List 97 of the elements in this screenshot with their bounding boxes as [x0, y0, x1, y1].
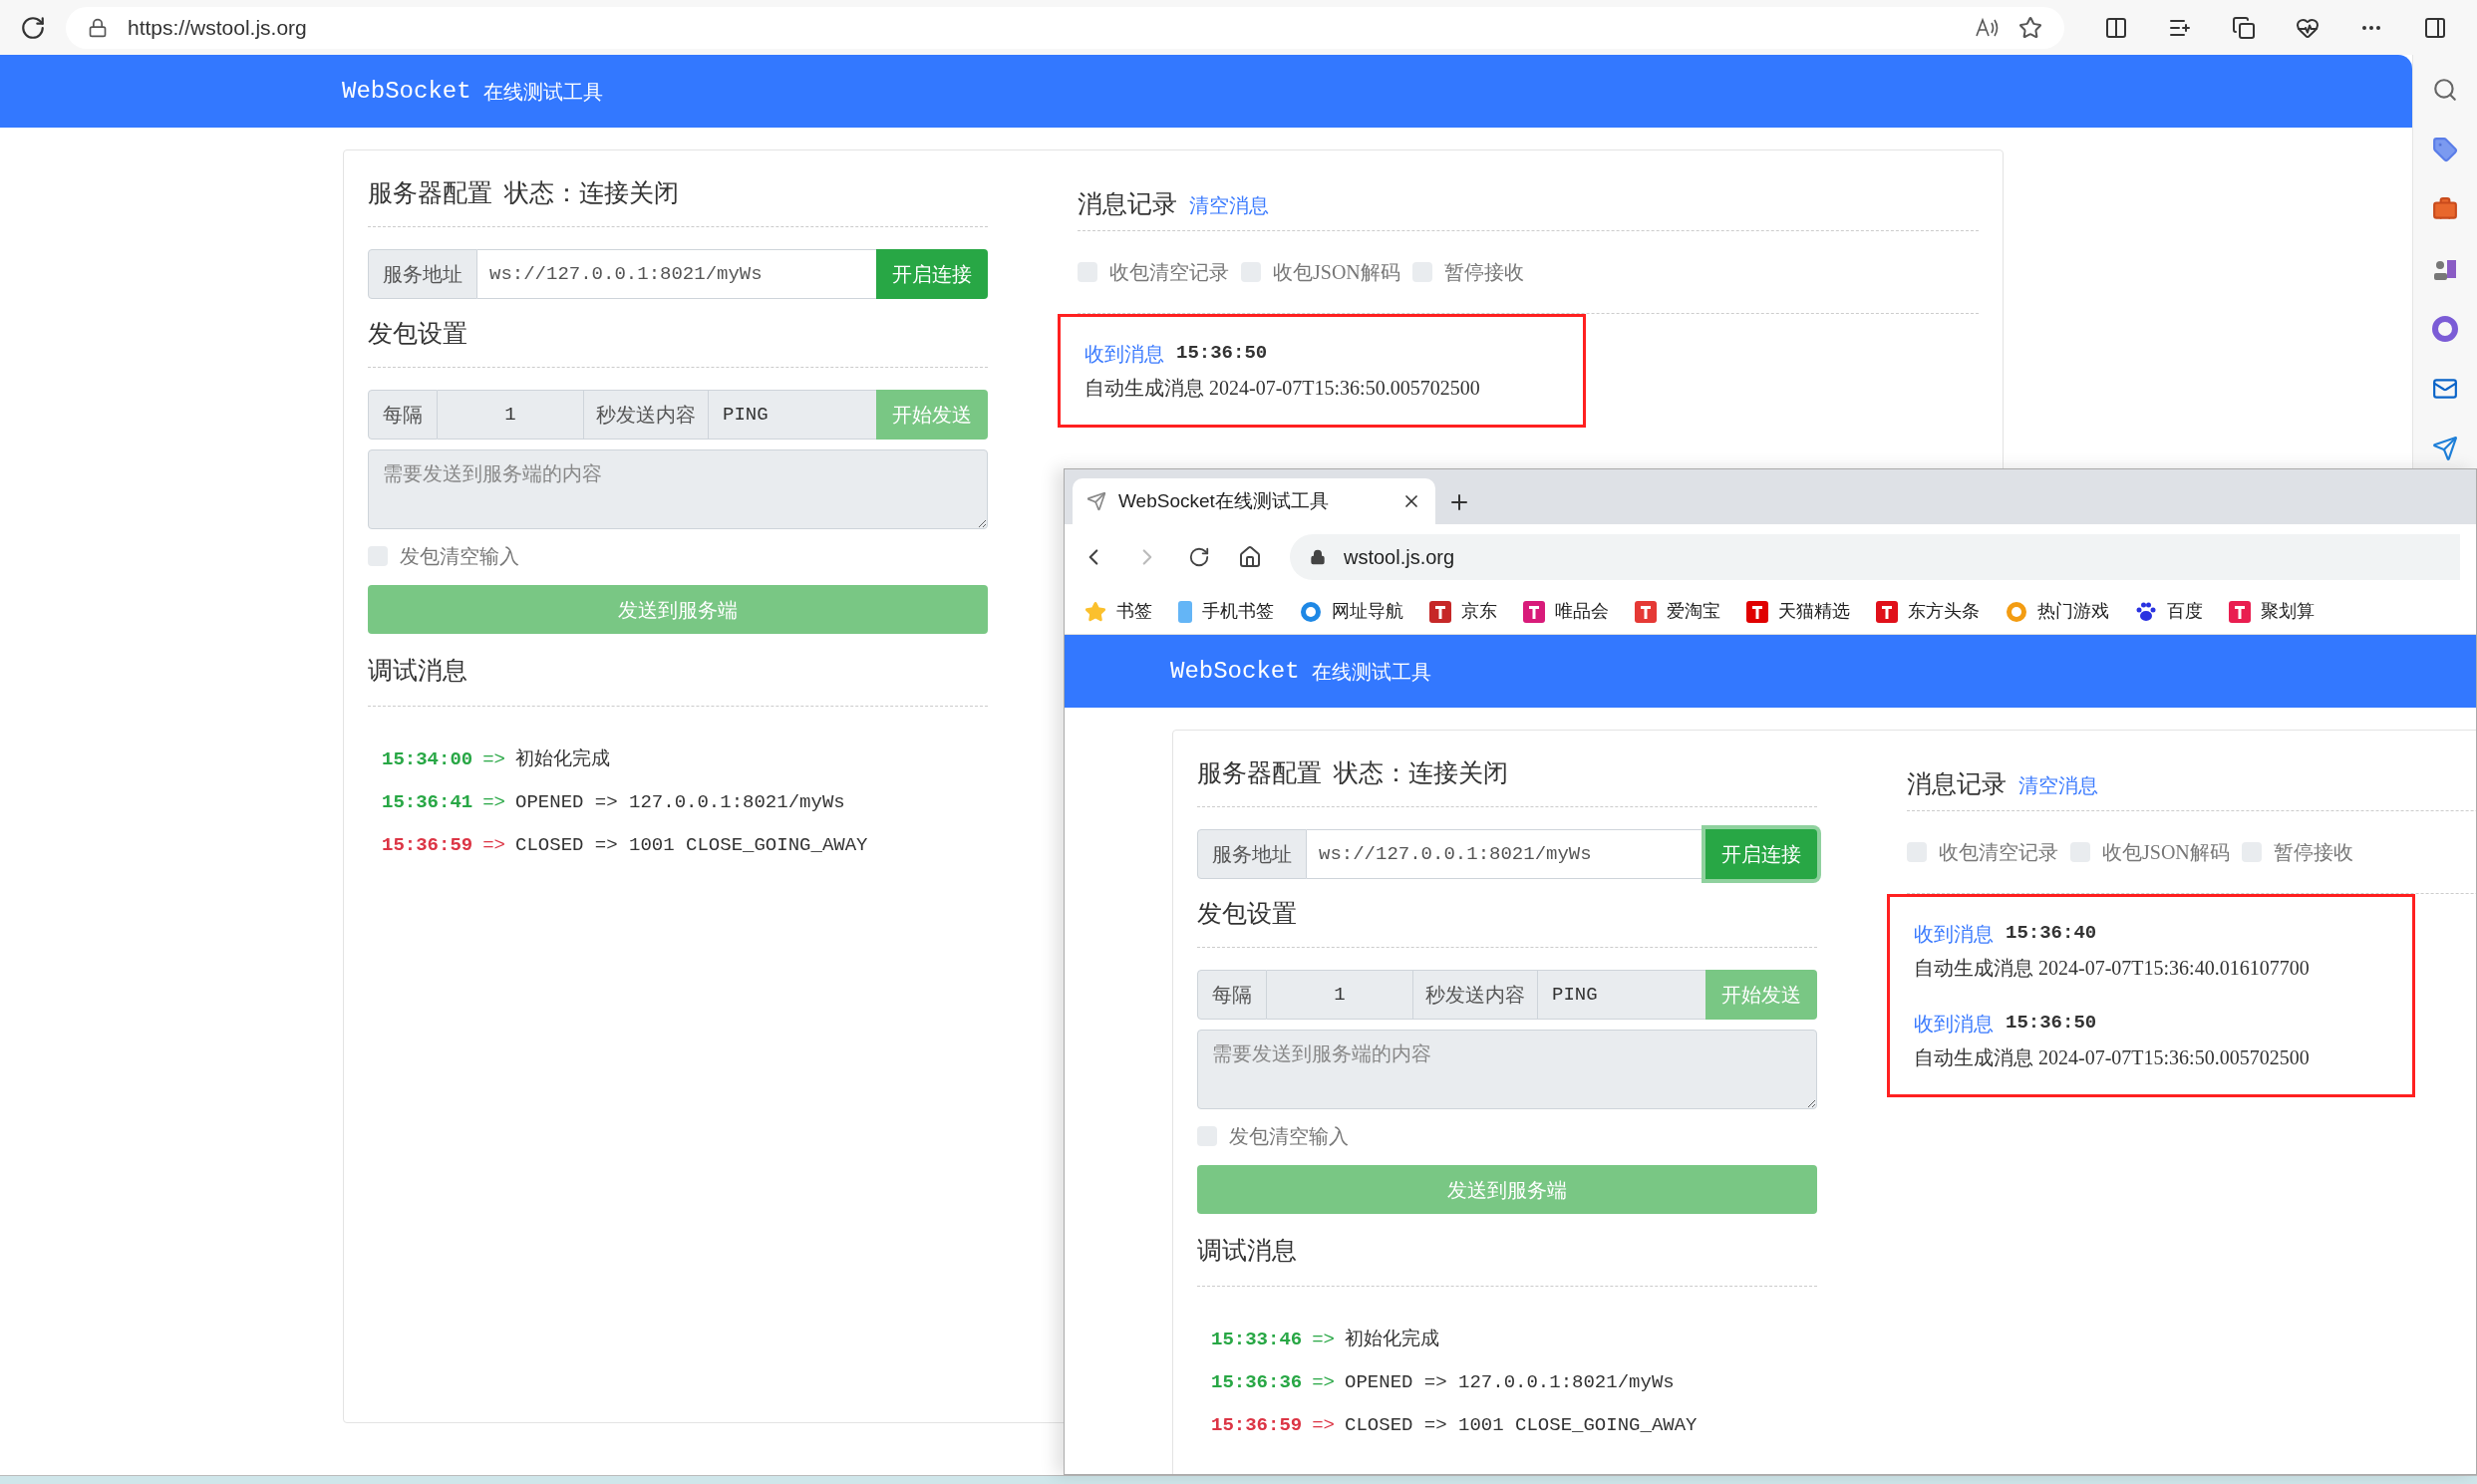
message-body: 自动生成消息 2024-07-07T15:36:50.005702500 — [1914, 1045, 2311, 1070]
section-title: 发包设置 — [368, 319, 468, 349]
paper-plane-icon — [1086, 491, 1106, 511]
log-time: 15:36:41 — [382, 789, 473, 815]
log-message: CLOSED => 1001 CLOSE_GOING_AWAY — [1345, 1412, 1698, 1438]
field-label: 服务地址 — [1197, 829, 1307, 879]
read-aloud-icon[interactable] — [1975, 16, 1999, 39]
bookmark[interactable]: 手机书签 — [1202, 598, 1274, 625]
log-time: 15:33:46 — [1211, 1327, 1303, 1352]
address-bar[interactable]: wstool.js.org — [1290, 533, 2460, 580]
site-brand[interactable]: WebSocket — [1170, 653, 1300, 690]
url-text: https://wstool.js.org — [128, 14, 307, 41]
paper-plane-icon[interactable] — [2432, 436, 2458, 461]
field-label: 秒发送内容 — [1412, 970, 1538, 1020]
log-arrow: => — [1312, 1412, 1336, 1438]
log-time: 15:36:59 — [1211, 1412, 1303, 1438]
browser-tab[interactable]: WebSocket在线测试工具 — [1073, 478, 1435, 524]
ring-logo-icon[interactable] — [2432, 316, 2458, 342]
field-label: 秒发送内容 — [583, 390, 709, 440]
message-label: 收到消息 — [1914, 922, 1994, 947]
checkbox-label: 暂停接收 — [1443, 260, 1524, 285]
message-time: 15:36:40 — [2006, 921, 2097, 946]
checkbox-label: 发包清空输入 — [1229, 1124, 1349, 1149]
message-time: 15:36:50 — [1176, 341, 1268, 366]
bookmark[interactable]: 东方头条 — [1908, 598, 1980, 625]
message-body: 自动生成消息 2024-07-07T15:36:50.005702500 — [1084, 376, 1481, 401]
section-title: 消息记录 — [1078, 188, 1177, 219]
bookmark[interactable]: 京东 — [1461, 598, 1497, 625]
bookmark[interactable]: 聚划算 — [2261, 598, 2315, 625]
log-message: CLOSED => 1001 CLOSE_GOING_AWAY — [515, 832, 868, 858]
site-subtitle: 在线测试工具 — [1311, 659, 1431, 685]
message-field[interactable]: 需要发送到服务端的内容 — [1197, 1030, 1817, 1109]
split-screen-icon[interactable] — [2104, 15, 2128, 40]
checkbox-label: 收包清空记录 — [1939, 840, 2058, 865]
sidebar-toggle-icon[interactable] — [2423, 15, 2447, 40]
field-label: 服务地址 — [368, 249, 477, 299]
lock-icon — [88, 17, 108, 38]
checkbox-label: 暂停接收 — [2273, 840, 2353, 865]
log-time: 15:36:36 — [1211, 1369, 1303, 1395]
clear-messages-link[interactable]: 清空消息 — [2018, 770, 2098, 802]
log-arrow: => — [1312, 1327, 1336, 1352]
log-message: OPENED => 127.0.0.1:8021/myWs — [1345, 1369, 1675, 1395]
log-arrow: => — [482, 789, 506, 815]
log-arrow: => — [482, 832, 506, 858]
search-icon[interactable] — [2432, 77, 2458, 103]
lock-icon — [1310, 548, 1326, 565]
section-title: 发包设置 — [1197, 899, 1298, 929]
section-title: 调试消息 — [368, 656, 468, 686]
section-title: 消息记录 — [1907, 768, 2007, 799]
connection-status: 状态：连接关闭 — [1334, 758, 1508, 789]
connection-status: 状态：连接关闭 — [504, 178, 679, 209]
favorite-icon[interactable] — [2018, 15, 2042, 40]
toolbox-icon[interactable] — [2432, 196, 2458, 222]
checkbox-label: 收包清空记录 — [1109, 260, 1229, 285]
address-field[interactable]: ws://127.0.0.1:8021/myWs — [1307, 829, 1705, 879]
tag-icon[interactable] — [2432, 137, 2458, 162]
field-label: 每隔 — [1197, 970, 1267, 1020]
site-subtitle: 在线测试工具 — [482, 79, 603, 105]
refresh-icon[interactable] — [1188, 545, 1210, 568]
section-title: 服务器配置 — [368, 178, 492, 209]
checkbox-label: 收包JSON解码 — [2102, 840, 2230, 865]
site-brand[interactable]: WebSocket — [342, 73, 471, 110]
bookmark[interactable]: 爱淘宝 — [1667, 598, 1720, 625]
section-title: 服务器配置 — [1197, 758, 1322, 789]
section-title: 调试消息 — [1197, 1236, 1298, 1266]
bookmark[interactable]: 天猫精选 — [1778, 598, 1850, 625]
bookmark[interactable]: 唯品会 — [1555, 598, 1609, 625]
bookmark[interactable]: 书签 — [1116, 598, 1152, 625]
log-message: 初始化完成 — [515, 746, 611, 772]
message-label: 收到消息 — [1914, 1012, 1994, 1037]
content-field[interactable]: PING — [709, 390, 876, 440]
log-arrow: => — [482, 746, 506, 772]
log-arrow: => — [1312, 1369, 1336, 1395]
collections-icon[interactable] — [2232, 15, 2256, 40]
address-field[interactable]: ws://127.0.0.1:8021/myWs — [477, 249, 876, 299]
mail-icon[interactable] — [2432, 376, 2458, 402]
log-message: 初始化完成 — [1345, 1327, 1440, 1352]
log-time: 15:36:59 — [382, 832, 473, 858]
message-time: 15:36:50 — [2006, 1011, 2097, 1036]
home-icon[interactable] — [1238, 544, 1262, 569]
bookmark[interactable]: 热门游戏 — [2037, 598, 2109, 625]
address-bar[interactable]: https://wstool.js.org — [66, 6, 2064, 49]
message-field[interactable]: 需要发送到服务端的内容 — [368, 449, 988, 529]
bookmark[interactable]: 网址导航 — [1332, 598, 1403, 625]
message-body: 自动生成消息 2024-07-07T15:36:40.016107700 — [1914, 956, 2311, 981]
content-field[interactable]: PING — [1538, 970, 1705, 1020]
clear-messages-link[interactable]: 清空消息 — [1189, 190, 1269, 222]
refresh-icon[interactable] — [20, 14, 46, 41]
interval-field[interactable]: 1 — [438, 390, 583, 440]
checkbox-label: 收包JSON解码 — [1273, 260, 1400, 285]
bookmark[interactable]: 百度 — [2167, 598, 2203, 625]
log-message: OPENED => 127.0.0.1:8021/myWs — [515, 789, 845, 815]
field-label: 每隔 — [368, 390, 438, 440]
message-label: 收到消息 — [1084, 342, 1164, 367]
interval-field[interactable]: 1 — [1267, 970, 1412, 1020]
log-time: 15:34:00 — [382, 746, 473, 772]
checkbox-label: 发包清空输入 — [400, 544, 519, 569]
